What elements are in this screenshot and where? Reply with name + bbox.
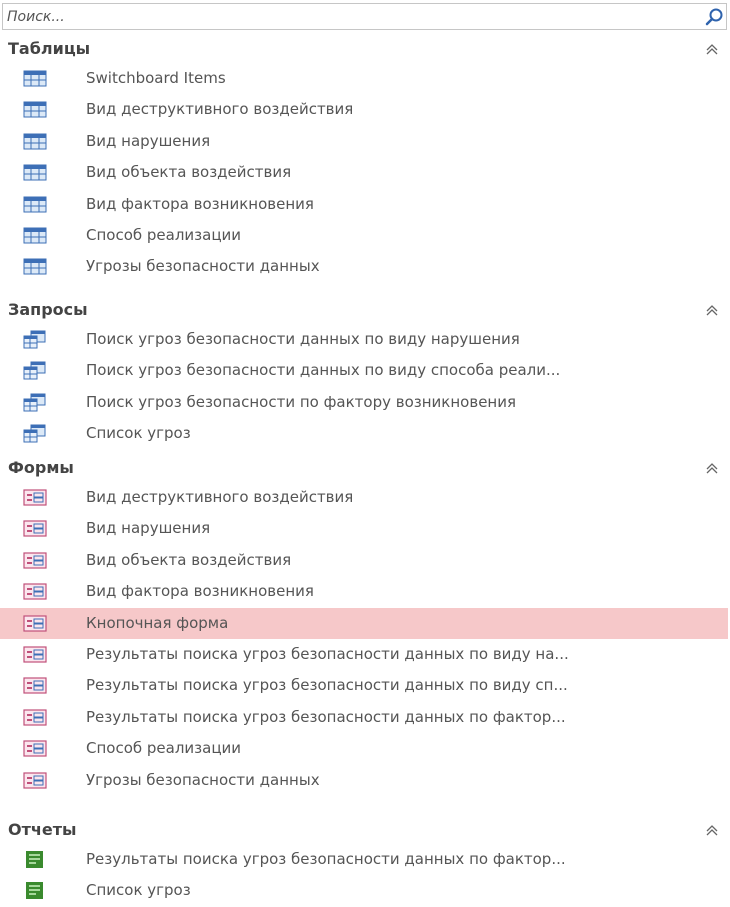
collapse-chevron-icon[interactable] (704, 822, 720, 838)
collapse-chevron-icon[interactable] (704, 302, 720, 318)
nav-item-label: Вид объекта воздействия (86, 163, 292, 181)
nav-item[interactable]: Кнопочная форма (0, 608, 728, 639)
nav-item-label: Switchboard Items (86, 69, 226, 87)
nav-item-label: Поиск угроз безопасности по фактору возн… (86, 393, 516, 411)
nav-item[interactable]: Поиск угроз безопасности данных по виду … (0, 324, 728, 355)
nav-item-label: Результаты поиска угроз безопасности дан… (86, 645, 569, 663)
nav-item-label: Угрозы безопасности данных (86, 771, 320, 789)
search-box[interactable] (2, 3, 727, 30)
nav-item-label: Поиск угроз безопасности данных по виду … (86, 361, 561, 379)
table-icon (23, 227, 47, 244)
report-icon (26, 882, 43, 899)
nav-item-label: Список угроз (86, 424, 191, 442)
query-icon (23, 393, 46, 412)
group-header-3[interactable]: Отчеты (8, 816, 726, 844)
group-header-1[interactable]: Запросы (8, 296, 726, 324)
nav-item[interactable]: Вид деструктивного воздействия (0, 482, 728, 513)
group-header-2[interactable]: Формы (8, 454, 726, 482)
query-icon (23, 424, 46, 443)
query-icon (23, 330, 46, 349)
nav-item-label: Вид объекта воздействия (86, 551, 292, 569)
nav-item[interactable]: Вид объекта воздействия (0, 157, 728, 188)
nav-item[interactable]: Switchboard Items (0, 63, 728, 94)
form-icon (23, 740, 47, 757)
nav-item-label: Вид деструктивного воздействия (86, 100, 354, 118)
nav-item[interactable]: Результаты поиска угроз безопасности дан… (0, 670, 728, 701)
form-icon (23, 552, 47, 569)
table-icon (23, 101, 47, 118)
nav-item-label: Вид нарушения (86, 519, 211, 537)
form-icon (23, 646, 47, 663)
nav-item-label: Угрозы безопасности данных (86, 257, 320, 275)
nav-item[interactable]: Вид нарушения (0, 126, 728, 157)
group-title: Таблицы (8, 39, 91, 58)
navigation-pane: Таблицы Switchboard Items Вид деструктивно… (0, 0, 730, 907)
nav-item[interactable]: Способ реализации (0, 733, 728, 764)
nav-item-label: Способ реализации (86, 226, 242, 244)
table-icon (23, 258, 47, 275)
report-icon (26, 851, 43, 868)
nav-item-label: Список угроз (86, 881, 191, 899)
nav-item[interactable]: Поиск угроз безопасности данных по виду … (0, 355, 728, 386)
nav-item-label: Вид фактора возникновения (86, 195, 314, 213)
nav-item-label: Вид нарушения (86, 132, 211, 150)
nav-item[interactable]: Вид деструктивного воздействия (0, 94, 728, 125)
nav-item-label: Вид фактора возникновения (86, 582, 314, 600)
table-icon (23, 196, 47, 213)
nav-item-label: Результаты поиска угроз безопасности дан… (86, 676, 568, 694)
nav-item[interactable]: Поиск угроз безопасности по фактору возн… (0, 387, 728, 418)
table-icon (23, 70, 47, 87)
collapse-chevron-icon[interactable] (704, 460, 720, 476)
nav-item[interactable]: Список угроз (0, 418, 728, 449)
search-icon[interactable] (704, 7, 724, 27)
nav-item[interactable]: Вид фактора возникновения (0, 576, 728, 607)
nav-item-label: Способ реализации (86, 739, 242, 757)
table-icon (23, 164, 47, 181)
nav-item[interactable]: Список угроз (0, 875, 728, 906)
nav-item-label: Результаты поиска угроз безопасности дан… (86, 708, 566, 726)
form-icon (23, 489, 47, 506)
group-title: Запросы (8, 300, 88, 319)
collapse-chevron-icon[interactable] (704, 41, 720, 57)
form-icon (23, 677, 47, 694)
nav-item-label: Поиск угроз безопасности данных по виду … (86, 330, 520, 348)
query-icon (23, 361, 46, 380)
nav-item[interactable]: Вид объекта воздействия (0, 545, 728, 576)
form-icon (23, 520, 47, 537)
nav-item-label: Кнопочная форма (86, 614, 229, 632)
nav-item[interactable]: Результаты поиска угроз безопасности дан… (0, 844, 728, 875)
group-header-0[interactable]: Таблицы (8, 35, 726, 63)
nav-item-label: Вид деструктивного воздействия (86, 488, 354, 506)
search-input[interactable] (5, 6, 699, 27)
nav-item[interactable]: Результаты поиска угроз безопасности дан… (0, 702, 728, 733)
group-title: Отчеты (8, 820, 77, 839)
nav-item[interactable]: Способ реализации (0, 220, 728, 251)
nav-item[interactable]: Угрозы безопасности данных (0, 251, 728, 282)
form-icon (23, 615, 47, 632)
group-title: Формы (8, 458, 74, 477)
nav-item[interactable]: Угрозы безопасности данных (0, 765, 728, 796)
form-icon (23, 583, 47, 600)
form-icon (23, 709, 47, 726)
nav-item-label: Результаты поиска угроз безопасности дан… (86, 850, 566, 868)
nav-item[interactable]: Результаты поиска угроз безопасности дан… (0, 639, 728, 670)
form-icon (23, 772, 47, 789)
table-icon (23, 133, 47, 150)
nav-item[interactable]: Вид фактора возникновения (0, 189, 728, 220)
nav-item[interactable]: Вид нарушения (0, 513, 728, 544)
